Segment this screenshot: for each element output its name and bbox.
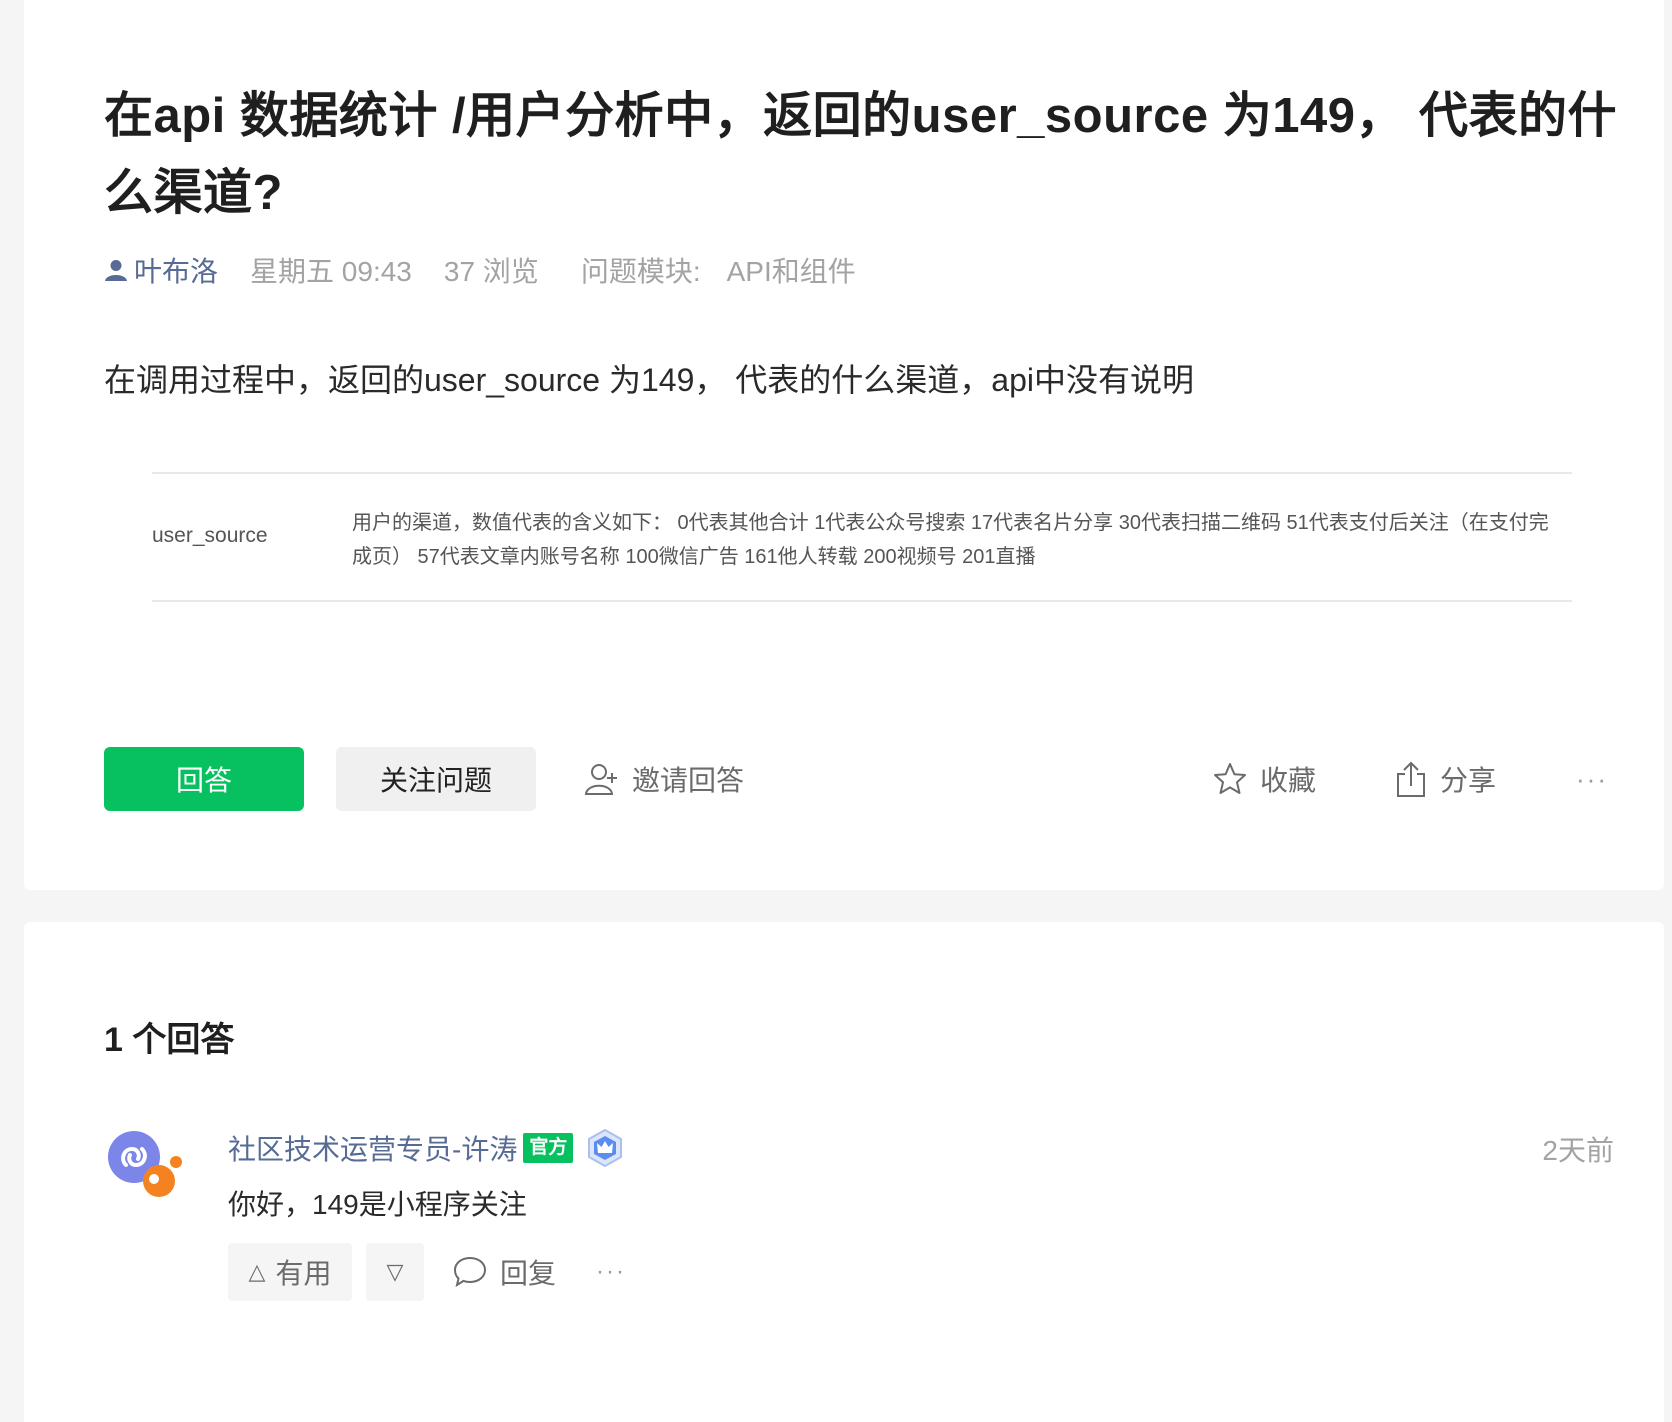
avatar[interactable] (104, 1127, 188, 1211)
answer-text: 你好，149是小程序关注 (228, 1189, 527, 1220)
share-icon (1397, 761, 1425, 797)
answer-author[interactable]: 社区技术运营专员-许涛 (228, 1128, 517, 1168)
invite-label: 邀请回答 (632, 765, 745, 796)
answer-actions: △ 有用 ▽ 回复 ··· (228, 1243, 626, 1301)
embed-field-description: 用户的渠道，数值代表的含义如下： 0代表其他合计 1代表公众号搜索 17代表名片… (352, 512, 1549, 568)
downvote-button[interactable]: ▽ (366, 1243, 424, 1301)
useful-button[interactable]: △ 有用 (228, 1243, 352, 1301)
embed-field-name: user_source (152, 524, 268, 547)
answers-card: 1 个回答 社区技术运营专员-许涛 官方 2天前 你好，149是小程序关注 △ … (24, 922, 1664, 1422)
module-link[interactable]: API和组件 (727, 250, 856, 290)
question-card: 在api 数据统计 /用户分析中，返回的user_source 为149， 代表… (24, 0, 1664, 890)
reply-label: 回复 (500, 1258, 557, 1289)
answer-header: 社区技术运营专员-许涛 官方 (228, 1127, 623, 1169)
question-title: 在api 数据统计 /用户分析中，返回的user_source 为149， 代表… (104, 89, 1618, 220)
module-label: 问题模块: (580, 256, 701, 287)
question-body: 在调用过程中，返回的user_source 为149， 代表的什么渠道，api中… (104, 362, 1194, 398)
answer-button[interactable]: 回答 (104, 747, 304, 811)
question-actions: 回答 关注问题 邀请回答 收藏 分享 ··· (104, 747, 1606, 811)
question-meta: 叶布洛 星期五 09:43 37 浏览 问题模块: API和组件 (104, 250, 856, 290)
add-user-icon (584, 764, 617, 795)
share-button[interactable]: 分享 (1394, 747, 1496, 811)
post-time: 星期五 09:43 (250, 256, 412, 287)
collect-label: 收藏 (1260, 765, 1317, 796)
crown-badge-icon (588, 1129, 623, 1167)
answer-time: 2天前 (1542, 1135, 1614, 1166)
comment-icon (453, 1256, 487, 1288)
collect-button[interactable]: 收藏 (1212, 747, 1316, 811)
answer-more-button[interactable]: ··· (596, 1258, 626, 1286)
answer-count: 1 个回答 (104, 1021, 235, 1059)
author-name: 叶布洛 (134, 256, 219, 287)
answer-item: 社区技术运营专员-许涛 官方 2天前 你好，149是小程序关注 △ 有用 ▽ 回… (104, 1127, 1614, 1327)
author-link[interactable]: 叶布洛 (104, 250, 218, 290)
triangle-up-icon: △ (248, 1259, 266, 1284)
follow-question-button[interactable]: 关注问题 (336, 747, 536, 811)
embedded-doc-image: user_source 用户的渠道，数值代表的含义如下： 0代表其他合计 1代表… (152, 472, 1572, 602)
star-icon (1214, 763, 1246, 794)
useful-label: 有用 (275, 1258, 332, 1289)
invite-answer-button[interactable]: 邀请回答 (584, 747, 744, 811)
reply-button[interactable]: 回复 (452, 1252, 556, 1292)
share-label: 分享 (1440, 765, 1497, 796)
official-badge: 官方 (523, 1133, 574, 1163)
triangle-down-icon: ▽ (386, 1259, 404, 1284)
view-count: 37 浏览 (443, 256, 539, 287)
user-icon (105, 260, 127, 281)
more-options-button[interactable]: ··· (1576, 747, 1608, 811)
